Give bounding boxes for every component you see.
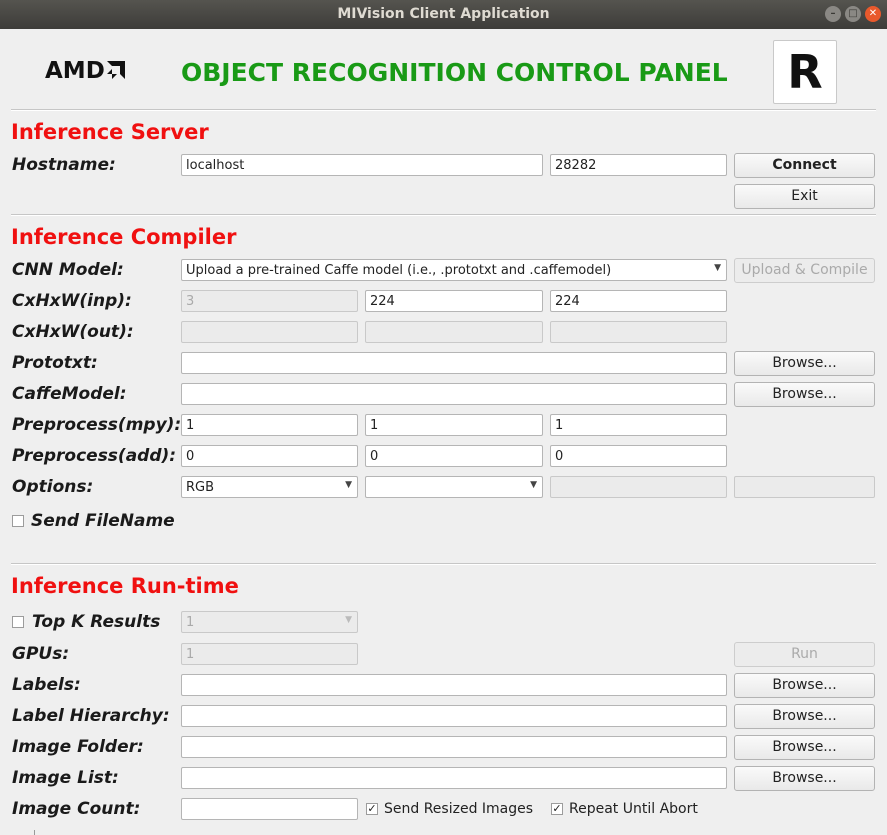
image-count-input[interactable] [181,798,358,820]
dropdown-arrow-icon: ▼ [714,263,721,273]
prototxt-browse-button[interactable]: Browse... [734,351,875,376]
section-inference-compiler: Inference Compiler [11,225,237,249]
input-channels-field[interactable]: 3 [181,290,358,312]
upload-compile-button[interactable]: Upload & Compile [734,258,875,283]
connect-button[interactable]: Connect [734,153,875,178]
options-field-3[interactable] [550,476,727,498]
amd-arrow-icon [106,59,125,79]
options-secondary-select[interactable]: ▼ [365,476,543,498]
preprocess-mpy-1-input[interactable]: 1 [181,414,358,436]
r-logo: R [773,40,837,104]
repeat-until-abort-checkbox[interactable]: ✓ [551,803,563,815]
caffemodel-label: CaffeModel: [12,384,127,404]
panel-title: OBJECT RECOGNITION CONTROL PANEL [181,58,728,87]
image-folder-input[interactable] [181,736,727,758]
send-filename-label: Send FileName [31,511,175,531]
send-resized-label: Send Resized Images [384,801,534,817]
image-list-browse-button[interactable]: Browse... [734,766,875,791]
repeat-until-abort-label: Repeat Until Abort [569,801,698,817]
maximize-icon[interactable]: □ [845,6,861,22]
preprocess-mpy-2-input[interactable]: 1 [365,414,543,436]
options-label: Options: [12,477,94,497]
run-button[interactable]: Run [734,642,875,667]
preprocess-add-3-input[interactable]: 0 [550,445,727,467]
caffemodel-input[interactable] [181,383,727,405]
dropdown-arrow-icon: ▼ [345,615,352,625]
cnn-model-label: CNN Model: [12,260,124,280]
image-list-input[interactable] [181,767,727,789]
label-hierarchy-label: Label Hierarchy: [12,706,170,726]
labels-label: Labels: [12,675,81,695]
exit-button[interactable]: Exit [734,184,875,209]
amd-logo: AMD [45,58,125,84]
hostname-input[interactable]: localhost [181,154,543,176]
options-format-select[interactable]: RGB ▼ [181,476,358,498]
prototxt-label: Prototxt: [12,353,98,373]
image-folder-label: Image Folder: [12,737,144,757]
label-hierarchy-browse-button[interactable]: Browse... [734,704,875,729]
amd-logo-text: AMD [45,58,105,84]
input-dims-label: CxHxW(inp): [12,291,132,311]
prototxt-input[interactable] [181,352,727,374]
labels-browse-button[interactable]: Browse... [734,673,875,698]
input-width-field[interactable]: 224 [550,290,727,312]
cnn-model-value: Upload a pre-trained Caffe model (i.e., … [186,263,612,278]
divider [11,109,876,111]
top-k-select[interactable]: 1 ▼ [181,611,358,633]
gpus-input[interactable]: 1 [181,643,358,665]
preprocess-mpy-3-input[interactable]: 1 [550,414,727,436]
preprocess-add-label: Preprocess(add): [12,446,177,466]
close-icon[interactable]: ✕ [865,6,881,22]
section-inference-runtime: Inference Run-time [11,574,239,598]
input-height-field[interactable]: 224 [365,290,543,312]
preprocess-add-1-input[interactable]: 0 [181,445,358,467]
hostname-label: Hostname: [12,155,116,175]
cnn-model-select[interactable]: Upload a pre-trained Caffe model (i.e., … [181,259,727,281]
preprocess-add-2-input[interactable]: 0 [365,445,543,467]
image-folder-browse-button[interactable]: Browse... [734,735,875,760]
output-width-field[interactable] [550,321,727,343]
image-count-label: Image Count: [12,799,141,819]
image-list-label: Image List: [12,768,119,788]
top-k-checkbox[interactable] [12,616,24,628]
title-bar: MIVision Client Application – □ ✕ [0,0,887,29]
caffemodel-browse-button[interactable]: Browse... [734,382,875,407]
dropdown-arrow-icon: ▼ [530,480,537,490]
send-resized-checkbox[interactable]: ✓ [366,803,378,815]
divider [11,214,876,216]
top-k-value: 1 [186,615,195,630]
dropdown-arrow-icon: ▼ [345,480,352,490]
output-dims-label: CxHxW(out): [12,322,134,342]
preprocess-mpy-label: Preprocess(mpy): [12,415,182,435]
labels-input[interactable] [181,674,727,696]
output-channels-field[interactable] [181,321,358,343]
label-hierarchy-input[interactable] [181,705,727,727]
port-input[interactable]: 28282 [550,154,727,176]
top-k-label: Top K Results [32,612,161,632]
minimize-icon[interactable]: – [825,6,841,22]
window-title: MIVision Client Application [337,6,550,22]
section-inference-server: Inference Server [11,120,209,144]
output-height-field[interactable] [365,321,543,343]
divider [11,563,876,565]
send-filename-checkbox[interactable] [12,515,24,527]
options-field-4[interactable] [734,476,875,498]
options-format-value: RGB [186,480,215,495]
gpus-label: GPUs: [12,644,70,664]
resize-grip [34,830,35,835]
